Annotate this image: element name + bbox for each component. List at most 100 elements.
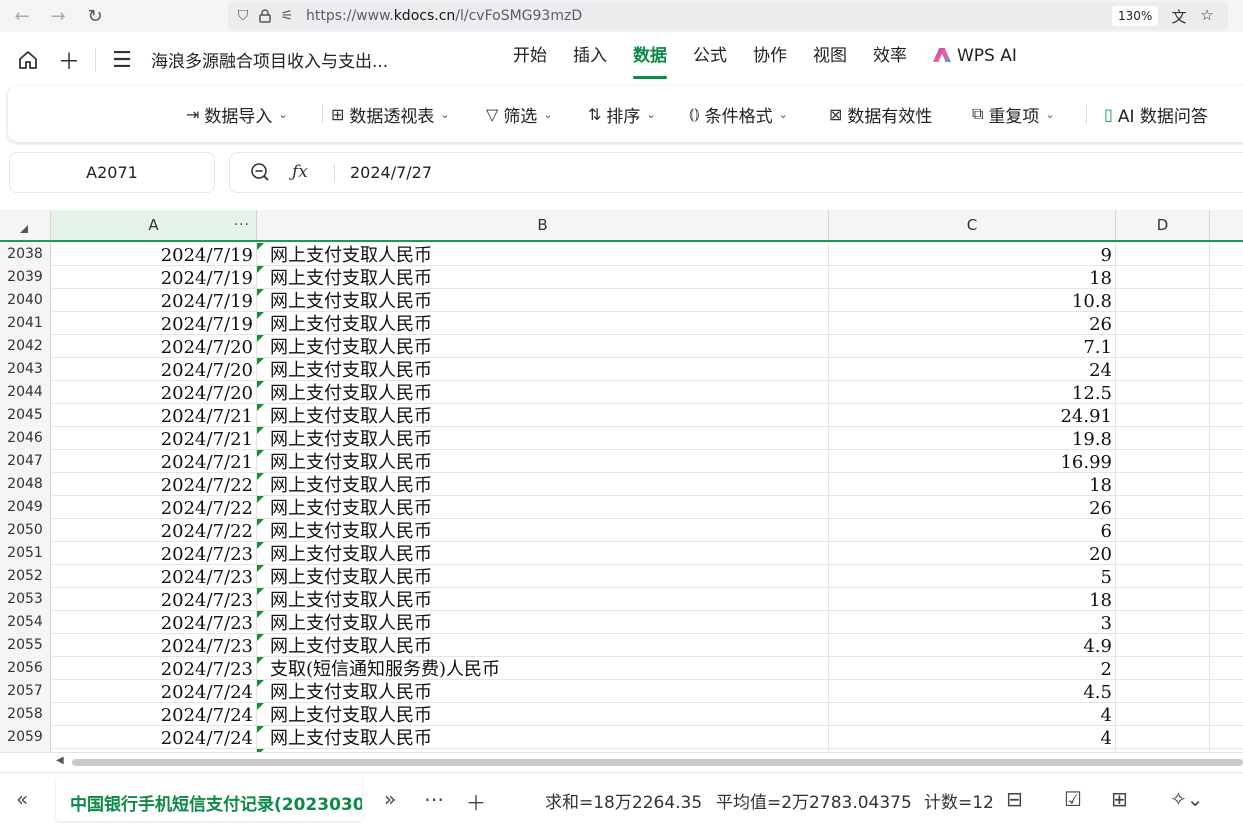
zoom-out-magnifier-icon[interactable] — [250, 162, 270, 187]
horizontal-scroll-thumb[interactable] — [72, 759, 1243, 766]
cell-e[interactable] — [1210, 496, 1243, 519]
cell-e[interactable] — [1210, 450, 1243, 473]
tab-start[interactable]: 开始 — [500, 36, 560, 82]
cell-c[interactable]: 26 — [829, 496, 1116, 519]
function-fx-icon[interactable]: ƒx — [292, 162, 308, 182]
cell-c[interactable]: 24 — [829, 358, 1116, 381]
row-number[interactable]: 2049 — [0, 496, 51, 519]
sum-stat[interactable]: 求和=18万2264.35 — [545, 788, 702, 813]
pivot-table-button[interactable]: ⊞ 数据透视表 ⌄ — [331, 100, 450, 128]
tab-insert[interactable]: 插入 — [560, 36, 620, 82]
cell-b[interactable]: 网上支付支取人民币 — [257, 726, 829, 749]
cell-b[interactable]: 网上支付支取人民币 — [257, 289, 829, 312]
column-header-e[interactable] — [1210, 210, 1243, 240]
cell-d[interactable] — [1116, 312, 1210, 335]
sheet-first-double-chevron-icon[interactable]: « — [16, 787, 28, 811]
cell-c[interactable]: 18 — [829, 588, 1116, 611]
document-title[interactable]: 海浪多源融合项目收入与支出... — [151, 47, 388, 72]
column-header-c[interactable]: C — [829, 210, 1116, 240]
cell-c[interactable]: 9 — [829, 243, 1116, 266]
column-header-a[interactable]: A ··· — [51, 210, 257, 240]
cell-e[interactable] — [1210, 680, 1243, 703]
cell-c[interactable]: 4.5 — [829, 680, 1116, 703]
add-sheet-plus-icon[interactable]: ＋ — [466, 787, 486, 816]
tab-wps-ai[interactable]: WPS AI — [920, 36, 1030, 82]
sheet-protect-icon[interactable]: ⊞ — [1111, 787, 1128, 811]
row-number[interactable]: 2041 — [0, 312, 51, 335]
stats-panel-icon[interactable]: ⊟ — [1006, 787, 1023, 811]
cell-e[interactable] — [1210, 565, 1243, 588]
cell-b[interactable]: 网上支付支取人民币 — [257, 404, 829, 427]
cell-c[interactable]: 2 — [829, 657, 1116, 680]
horizontal-scrollbar[interactable]: ◀ — [0, 752, 1243, 770]
sheet-tab-active[interactable]: 中国银行手机短信支付记录(2023030 — [56, 777, 362, 821]
cell-b[interactable]: 网上支付支取人民币 — [257, 450, 829, 473]
select-all-corner[interactable] — [0, 210, 51, 240]
conditional-format-button[interactable]: ⦅⦆ 条件格式 ⌄ — [689, 100, 788, 128]
cell-c[interactable]: 10.8 — [829, 289, 1116, 312]
forward-arrow-icon[interactable]: → — [40, 0, 76, 32]
plugin-puzzle-icon[interactable]: ✧⌄ — [1170, 787, 1204, 811]
zoom-level-badge[interactable]: 130% — [1112, 6, 1159, 26]
row-number[interactable]: 2038 — [0, 243, 51, 266]
row-number[interactable]: 2055 — [0, 634, 51, 657]
cell-e[interactable] — [1210, 427, 1243, 450]
tab-view[interactable]: 视图 — [800, 36, 860, 82]
cell-a[interactable]: 2024/7/19 — [51, 243, 257, 266]
cell-a[interactable]: 2024/7/19 — [51, 266, 257, 289]
name-box[interactable]: A2071 — [9, 152, 215, 193]
row-number[interactable]: 2046 — [0, 427, 51, 450]
cell-c[interactable]: 24.91 — [829, 404, 1116, 427]
cell-d[interactable] — [1116, 427, 1210, 450]
cell-c[interactable]: 20 — [829, 542, 1116, 565]
cell-d[interactable] — [1116, 496, 1210, 519]
cell-d[interactable] — [1116, 657, 1210, 680]
new-plus-icon[interactable]: ＋ — [55, 46, 83, 75]
cell-d[interactable] — [1116, 243, 1210, 266]
cell-a[interactable]: 2024/7/24 — [51, 726, 257, 749]
row-number[interactable]: 2058 — [0, 703, 51, 726]
cell-e[interactable] — [1210, 404, 1243, 427]
cell-b[interactable]: 网上支付支取人民币 — [257, 381, 829, 404]
filter-button[interactable]: ▽ 筛选 ⌄ — [486, 100, 553, 128]
duplicates-button[interactable]: ⧉ 重复项 ⌄ — [972, 100, 1055, 128]
row-number[interactable]: 2054 — [0, 611, 51, 634]
row-number[interactable]: 2047 — [0, 450, 51, 473]
cell-a[interactable]: 2024/7/24 — [51, 703, 257, 726]
cell-d[interactable] — [1116, 565, 1210, 588]
cell-b[interactable]: 网上支付支取人民币 — [257, 634, 829, 657]
cell-d[interactable] — [1116, 358, 1210, 381]
cell-b[interactable]: 网上支付支取人民币 — [257, 703, 829, 726]
cell-a[interactable]: 2024/7/23 — [51, 542, 257, 565]
cell-e[interactable] — [1210, 473, 1243, 496]
sort-button[interactable]: ⇅ 排序 ⌄ — [588, 100, 656, 128]
sheet-next-double-chevron-icon[interactable]: » — [384, 787, 396, 811]
cell-a[interactable]: 2024/7/20 — [51, 358, 257, 381]
cell-a[interactable]: 2024/7/23 — [51, 634, 257, 657]
cell-a[interactable]: 2024/7/23 — [51, 588, 257, 611]
row-number[interactable]: 2045 — [0, 404, 51, 427]
cell-c[interactable]: 4.9 — [829, 634, 1116, 657]
row-number[interactable]: 2040 — [0, 289, 51, 312]
cell-d[interactable] — [1116, 519, 1210, 542]
cell-a[interactable]: 2024/7/24 — [51, 680, 257, 703]
cell-c[interactable]: 16.99 — [829, 450, 1116, 473]
cell-b[interactable]: 网上支付支取人民币 — [257, 473, 829, 496]
cell-d[interactable] — [1116, 634, 1210, 657]
address-bar[interactable]: ⛉ ⚟ https://www.kdocs.cn/l/cvFoSMG93mzD … — [228, 2, 1228, 30]
cell-d[interactable] — [1116, 335, 1210, 358]
tab-efficiency[interactable]: 效率 — [860, 36, 920, 82]
data-check-icon[interactable]: ☑ — [1064, 787, 1082, 811]
cell-a[interactable]: 2024/7/20 — [51, 381, 257, 404]
more-dots-icon[interactable]: ··· — [234, 210, 250, 240]
cell-b[interactable]: 网上支付支取人民币 — [257, 312, 829, 335]
cell-e[interactable] — [1210, 335, 1243, 358]
cell-e[interactable] — [1210, 358, 1243, 381]
cell-d[interactable] — [1116, 381, 1210, 404]
cell-d[interactable] — [1116, 542, 1210, 565]
cell-a[interactable]: 2024/7/22 — [51, 496, 257, 519]
formula-bar[interactable]: ƒx 2024/7/27 — [229, 152, 1243, 193]
row-number[interactable]: 2053 — [0, 588, 51, 611]
cell-c[interactable]: 4 — [829, 703, 1116, 726]
cell-e[interactable] — [1210, 657, 1243, 680]
